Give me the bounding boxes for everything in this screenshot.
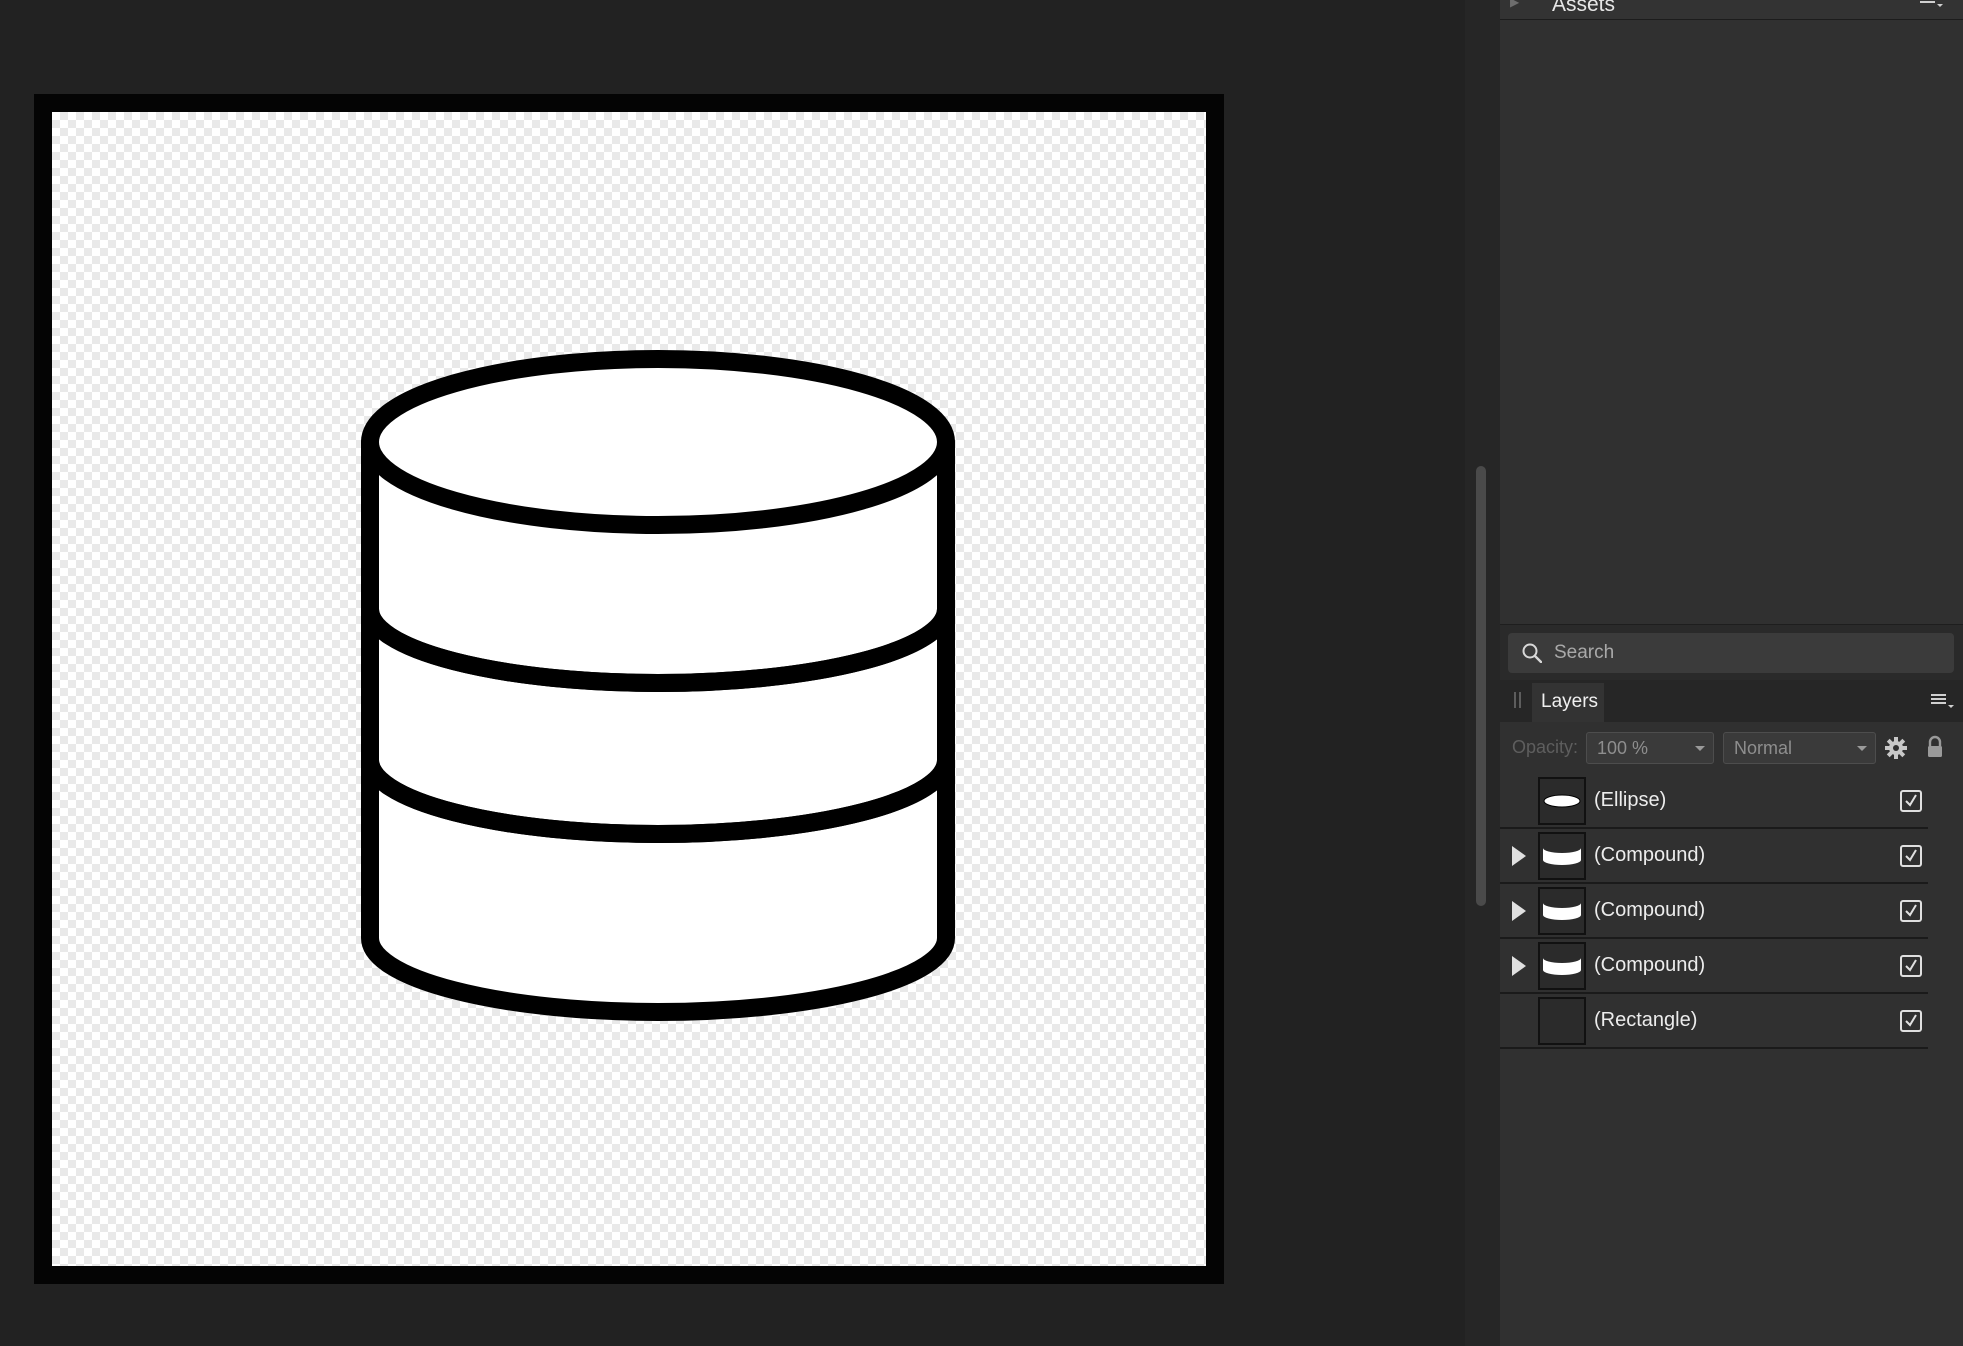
expand-triangle-icon[interactable]	[1512, 901, 1526, 921]
assets-header[interactable]: ▶ Assets	[1500, 0, 1963, 20]
layer-thumbnail	[1538, 777, 1586, 825]
checkmark-icon	[1905, 959, 1917, 972]
checkmark-icon	[1905, 904, 1917, 917]
expand-triangle-icon[interactable]	[1512, 846, 1526, 866]
right-panel: ▶ Assets Search Layers Opacity: 100 % No…	[1500, 0, 1963, 1346]
layer-thumbnail	[1538, 942, 1586, 990]
checkmark-icon	[1905, 1014, 1917, 1027]
expand-triangle-icon[interactable]	[1512, 956, 1526, 976]
collapse-caret-icon[interactable]: ▶	[1510, 0, 1519, 9]
database-artwork[interactable]	[52, 112, 1206, 1266]
layer-row[interactable]: (Compound)	[1500, 939, 1928, 994]
ellipse-shape-top	[361, 350, 955, 534]
layers-tabbar: Layers	[1500, 680, 1963, 722]
layers-toolbar: Opacity: 100 % Normal	[1500, 722, 1963, 774]
artboard[interactable]	[52, 112, 1206, 1266]
chevron-down-icon	[1857, 746, 1867, 751]
search-bar: Search	[1500, 624, 1963, 680]
visibility-checkbox[interactable]	[1900, 900, 1922, 922]
assets-body	[1500, 20, 1963, 624]
canvas-area[interactable]	[0, 0, 1465, 1346]
layer-row[interactable]: (Compound)	[1500, 829, 1928, 884]
search-input[interactable]: Search	[1508, 633, 1954, 673]
lock-icon[interactable]	[1923, 735, 1947, 759]
layer-thumbnail	[1538, 997, 1586, 1045]
checkmark-icon	[1905, 794, 1917, 807]
layer-row[interactable]: (Rectangle)	[1500, 994, 1928, 1049]
visibility-checkbox[interactable]	[1900, 955, 1922, 977]
layer-name[interactable]: (Compound)	[1594, 899, 1705, 922]
panel-menu-icon[interactable]	[1920, 0, 1944, 12]
blend-mode-dropdown[interactable]: Normal	[1723, 732, 1876, 764]
gear-icon[interactable]	[1884, 736, 1908, 760]
layer-name[interactable]: (Ellipse)	[1594, 789, 1666, 812]
tab-layers[interactable]: Layers	[1532, 683, 1604, 722]
layer-name[interactable]: (Compound)	[1594, 844, 1705, 867]
search-placeholder: Search	[1554, 642, 1615, 663]
checkmark-icon	[1905, 849, 1917, 862]
layer-thumbnail	[1538, 832, 1586, 880]
layer-row[interactable]: (Ellipse)	[1500, 774, 1928, 829]
panel-menu-icon[interactable]	[1931, 692, 1955, 710]
vertical-scrollbar[interactable]	[1476, 466, 1486, 906]
visibility-checkbox[interactable]	[1900, 1010, 1922, 1032]
grip-handle-icon[interactable]	[1514, 692, 1522, 708]
artboard-border	[34, 94, 1224, 1284]
chevron-down-icon	[1695, 746, 1705, 751]
tab-layers-label: Layers	[1541, 691, 1599, 712]
layer-name[interactable]: (Compound)	[1594, 954, 1705, 977]
search-icon	[1522, 643, 1542, 663]
opacity-value: 100 %	[1597, 738, 1649, 758]
layer-row[interactable]: (Compound)	[1500, 884, 1928, 939]
visibility-checkbox[interactable]	[1900, 790, 1922, 812]
visibility-checkbox[interactable]	[1900, 845, 1922, 867]
opacity-label: Opacity:	[1512, 737, 1579, 757]
layer-name[interactable]: (Rectangle)	[1594, 1009, 1697, 1032]
blend-mode-value: Normal	[1734, 738, 1793, 758]
opacity-dropdown[interactable]: 100 %	[1586, 732, 1714, 764]
layer-thumbnail	[1538, 887, 1586, 935]
assets-title: Assets	[1552, 0, 1616, 16]
